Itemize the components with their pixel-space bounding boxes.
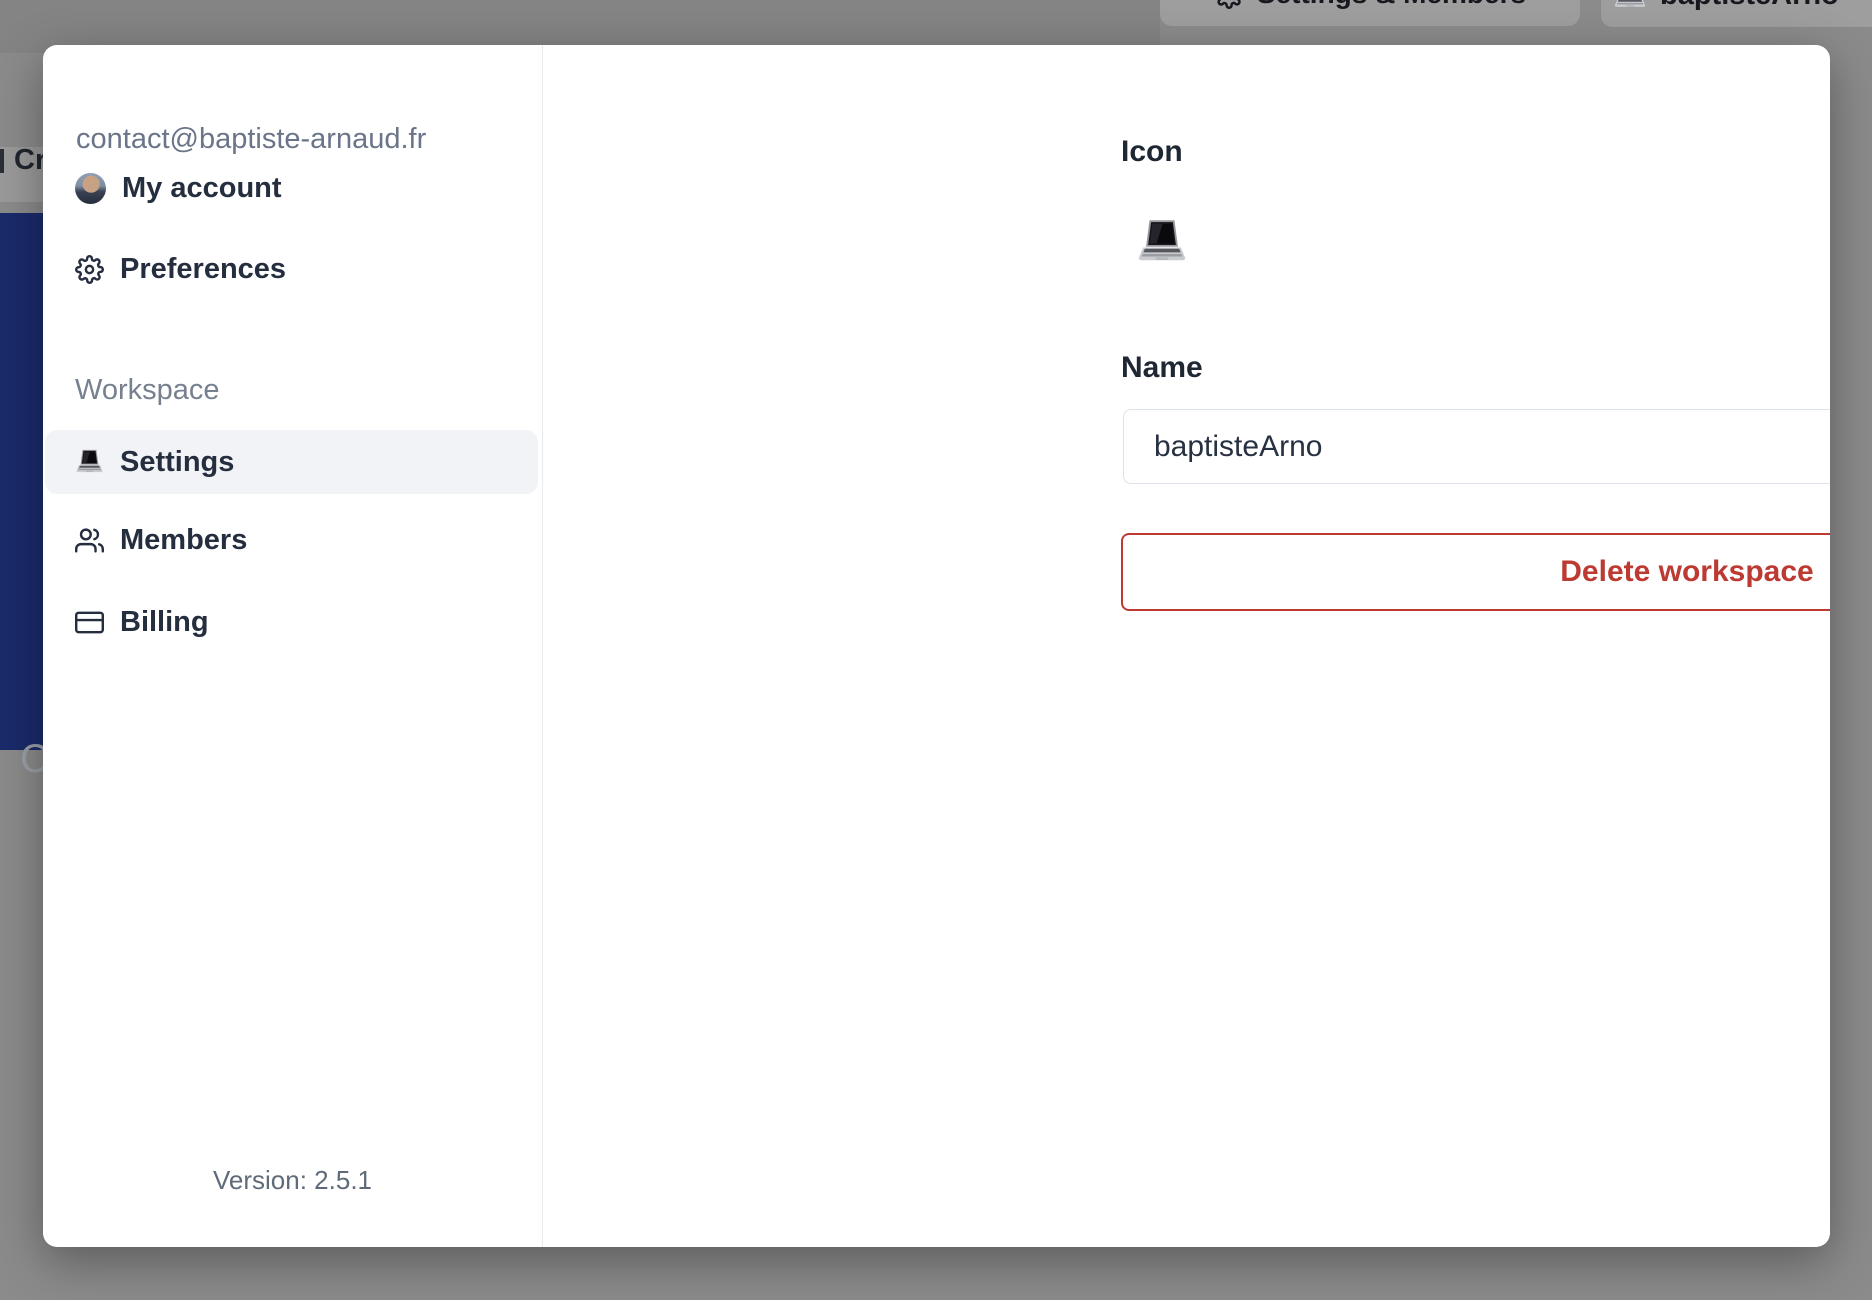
credit-card-icon xyxy=(75,608,104,637)
workspace-name-input[interactable] xyxy=(1123,409,1830,484)
sidebar-item-settings[interactable]: Settings xyxy=(45,430,538,494)
delete-workspace-button[interactable]: Delete workspace xyxy=(1121,533,1830,611)
workspace-switcher-button-behind: baptisteArno xyxy=(1600,0,1872,28)
workspace-settings-modal: contact@baptiste-arnaud.fr My account Pr… xyxy=(43,45,1830,1247)
sidebar-item-label: Preferences xyxy=(120,252,287,285)
gear-icon xyxy=(75,255,104,284)
users-icon xyxy=(75,526,104,555)
settings-members-label: Settings & Members xyxy=(1257,0,1526,10)
sidebar-item-my-account[interactable]: My account xyxy=(45,156,538,220)
settings-content: Icon Name Delete workspace xyxy=(543,45,1830,1247)
dimmed-toolbar-text-fragment: Cr xyxy=(14,144,47,176)
icon-section-heading: Icon xyxy=(1121,135,1183,168)
sidebar-item-members[interactable]: Members xyxy=(45,508,538,572)
user-avatar xyxy=(75,172,106,204)
version-label: Version: 2.5.1 xyxy=(213,1165,372,1195)
sidebar-item-preferences[interactable]: Preferences xyxy=(45,237,538,301)
laptop-emoji-icon xyxy=(1136,216,1188,268)
gear-icon xyxy=(1214,0,1244,9)
laptop-emoji-icon xyxy=(1613,0,1647,12)
workspace-switcher-label: baptisteArno xyxy=(1660,0,1839,12)
workspace-icon-button[interactable] xyxy=(1136,216,1188,268)
laptop-emoji-icon xyxy=(75,448,104,477)
dimmed-text-caret xyxy=(0,149,4,173)
workspace-section-label: Workspace xyxy=(75,374,220,406)
sidebar-item-label: Members xyxy=(120,523,248,556)
sidebar-item-label: Settings xyxy=(120,445,235,478)
name-section-heading: Name xyxy=(1121,351,1203,384)
sidebar-item-billing[interactable]: Billing xyxy=(45,590,538,654)
screen: Cr C Settings & Members baptisteArno con… xyxy=(0,0,1872,1300)
account-email: contact@baptiste-arnaud.fr xyxy=(76,123,427,155)
sidebar-item-label: Billing xyxy=(120,605,209,638)
settings-sidebar: contact@baptiste-arnaud.fr My account Pr… xyxy=(43,45,543,1247)
settings-members-button-behind: Settings & Members xyxy=(1160,0,1580,26)
sidebar-item-label: My account xyxy=(122,171,282,204)
